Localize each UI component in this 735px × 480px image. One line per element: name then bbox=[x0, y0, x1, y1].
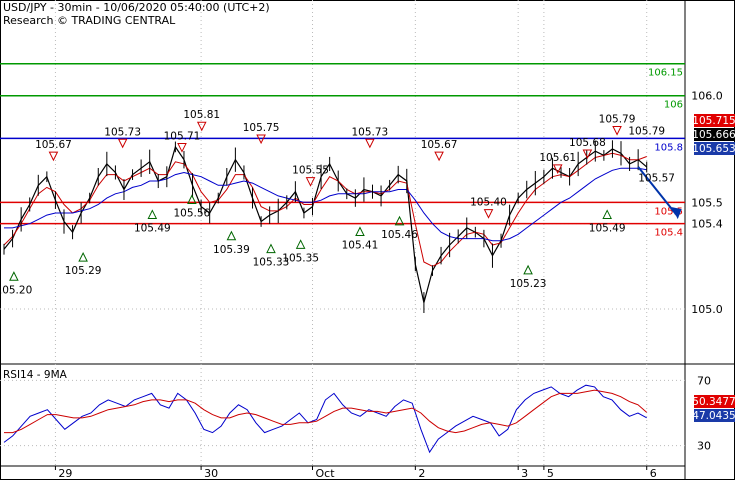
rsi-panel-title: RSI14 - 9MA bbox=[3, 369, 68, 381]
swing-low-marker bbox=[295, 239, 306, 249]
swing-low-label: 105.46 bbox=[381, 229, 418, 241]
swing-high-marker bbox=[196, 121, 207, 132]
series-line-ma_slow bbox=[4, 167, 647, 242]
swing-high-marker bbox=[365, 138, 375, 149]
rsi-last-label-rsi: 47.0435 bbox=[692, 410, 735, 422]
rsi-line-rsi_ma bbox=[4, 389, 648, 434]
last-value-label-price: 105.666 bbox=[692, 129, 735, 141]
swing-low-label: 105.49 bbox=[589, 222, 626, 234]
rsi-tick-label: 30 bbox=[697, 440, 711, 453]
swing-low-label: 105.41 bbox=[342, 240, 379, 252]
swing-high-marker bbox=[305, 177, 316, 187]
swing-low-marker bbox=[147, 209, 158, 219]
price-tick-label: 106.0 bbox=[691, 90, 723, 103]
swing-high-marker bbox=[434, 151, 444, 162]
level-label-support: 105.4 bbox=[654, 228, 683, 239]
swing-high-label: 105.67 bbox=[421, 139, 458, 151]
time-tick-label: 5 bbox=[547, 467, 554, 480]
swing-high-marker bbox=[483, 209, 494, 219]
time-tick-label: 30 bbox=[204, 467, 218, 480]
swing-high-label: 105.67 bbox=[35, 139, 72, 151]
level-label-target: 106.15 bbox=[648, 68, 683, 79]
swing-low-label: 105.20 bbox=[0, 284, 32, 296]
swing-high-label: 105.55 bbox=[292, 165, 329, 177]
swing-high-label: 105.73 bbox=[104, 126, 141, 138]
last-value-label-ma_slow: 105.653 bbox=[692, 143, 735, 155]
level-label-resistance: 105.8 bbox=[654, 142, 683, 153]
time-tick-label: 29 bbox=[58, 467, 72, 480]
swing-low-marker bbox=[266, 243, 276, 254]
swing-low-marker bbox=[78, 251, 88, 262]
swing-high-label: 105.81 bbox=[183, 109, 220, 121]
time-tick-label: 3 bbox=[521, 467, 528, 480]
price-chart: 106.0 105.5 105.4 105.0 70 30 29 30 Oct 2 3 5 6 106.1… bbox=[0, 0, 735, 480]
swing-low-label: 105.23 bbox=[510, 278, 547, 290]
swing-low-marker bbox=[355, 226, 365, 237]
swing-high-label: 105.75 bbox=[243, 122, 280, 134]
last-value-label-ma_fast: 105.715 bbox=[692, 115, 735, 127]
level-label-target: 106 bbox=[664, 100, 683, 111]
swing-high-label: 105.73 bbox=[351, 126, 388, 138]
swing-high-marker bbox=[48, 151, 59, 162]
swing-high-label: 105.61 bbox=[539, 152, 576, 164]
swing-low-marker bbox=[602, 209, 612, 219]
swing-high-marker bbox=[177, 143, 187, 153]
swing-low-label: 105.29 bbox=[65, 265, 102, 277]
price-tick-label: 105.5 bbox=[691, 196, 723, 209]
swing-low-label: 105.39 bbox=[213, 244, 250, 256]
level-value-label: 105.57 bbox=[638, 172, 675, 184]
swing-low-label: 105.35 bbox=[282, 252, 319, 264]
time-tick-label: 6 bbox=[650, 467, 657, 480]
time-tick-label: 2 bbox=[418, 467, 425, 480]
rsi-last-label-rsi_ma: 50.3477 bbox=[692, 396, 735, 408]
swing-low-label: 105.49 bbox=[134, 222, 171, 234]
swing-high-marker bbox=[117, 138, 128, 149]
swing-high-label: 105.71 bbox=[164, 131, 201, 143]
price-tick-label: 105.4 bbox=[691, 218, 723, 231]
swing-low-marker bbox=[9, 271, 19, 281]
price-tick-label: 105.0 bbox=[691, 303, 723, 316]
swing-high-label: 105.68 bbox=[569, 137, 606, 149]
rsi-line-rsi bbox=[3, 384, 647, 454]
swing-high-label: 105.40 bbox=[470, 197, 507, 209]
level-value-label: 105.79 bbox=[628, 125, 665, 137]
time-tick-label: Oct bbox=[316, 467, 336, 480]
swing-high-marker bbox=[612, 125, 622, 136]
swing-high-label: 105.79 bbox=[599, 113, 636, 125]
rsi-tick-label: 70 bbox=[697, 374, 711, 387]
swing-low-label: 105.56 bbox=[173, 208, 210, 220]
swing-low-marker bbox=[226, 230, 237, 241]
swing-low-marker bbox=[523, 264, 533, 275]
